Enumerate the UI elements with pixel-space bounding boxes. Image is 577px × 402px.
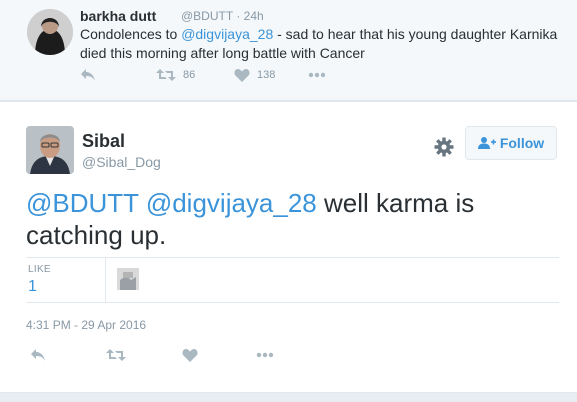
reply-icon [31,349,45,361]
tweet-text: @BDUTT @digvijaya_28 well karma is catch… [26,187,556,251]
author-name[interactable]: Sibal [82,131,125,152]
retweet-icon [106,349,126,361]
mention-link[interactable]: @digvijaya_28 [146,188,317,218]
like-button[interactable] [182,348,198,362]
main-tweet: Sibal @Sibal_Dog Follow @BDUTT @digvijay… [0,101,577,402]
text-pre: Condolences to [80,26,182,42]
author-meta: @BDUTT · 24h [181,9,264,23]
heart-icon [182,349,198,362]
tweet-time[interactable]: 24h [244,9,264,23]
retweet-button[interactable]: 86 [156,68,195,82]
mention-link[interactable]: @BDUTT [26,188,139,218]
avatar[interactable] [27,9,73,55]
follow-button[interactable]: Follow [465,126,557,160]
author-handle[interactable]: @BDUTT [181,9,233,23]
more-dots-icon [256,352,274,358]
separator: · [236,9,241,23]
avatar[interactable] [26,126,74,174]
settings-button[interactable] [434,137,454,162]
like-stat-count[interactable]: 1 [28,278,37,296]
more-button[interactable] [256,352,274,358]
liker-avatar[interactable] [117,268,139,290]
gear-icon [434,137,454,157]
card-footer-border [0,392,577,402]
author-name[interactable]: barkha dutt [80,8,156,24]
like-count: 138 [257,69,276,81]
add-user-icon [477,137,496,149]
like-stat-label: LIKE [28,264,51,275]
divider [105,258,106,302]
tweet-text: Condolences to @digvijaya_28 - sad to he… [80,25,560,63]
tweet-timestamp[interactable]: 4:31 PM - 29 Apr 2016 [26,318,146,332]
parent-tweet[interactable]: barkha dutt @BDUTT · 24h Condolences to … [0,0,577,101]
reply-icon [81,69,95,81]
tweet-actions: 86 138 [80,68,380,86]
tweet-stats: LIKE 1 [26,257,559,303]
author-handle[interactable]: @Sibal_Dog [82,154,161,170]
retweet-icon [156,69,176,81]
more-button[interactable] [308,72,326,78]
retweet-button[interactable] [106,348,126,362]
retweet-count: 86 [183,69,196,81]
follow-label: Follow [499,135,545,151]
tweet-actions [26,345,559,365]
more-dots-icon [308,72,326,78]
mention-link[interactable]: @digvijaya_28 [181,26,273,42]
like-button[interactable]: 138 [234,68,275,82]
reply-button[interactable] [30,348,46,362]
reply-button[interactable] [80,68,96,82]
heart-icon [234,69,250,82]
